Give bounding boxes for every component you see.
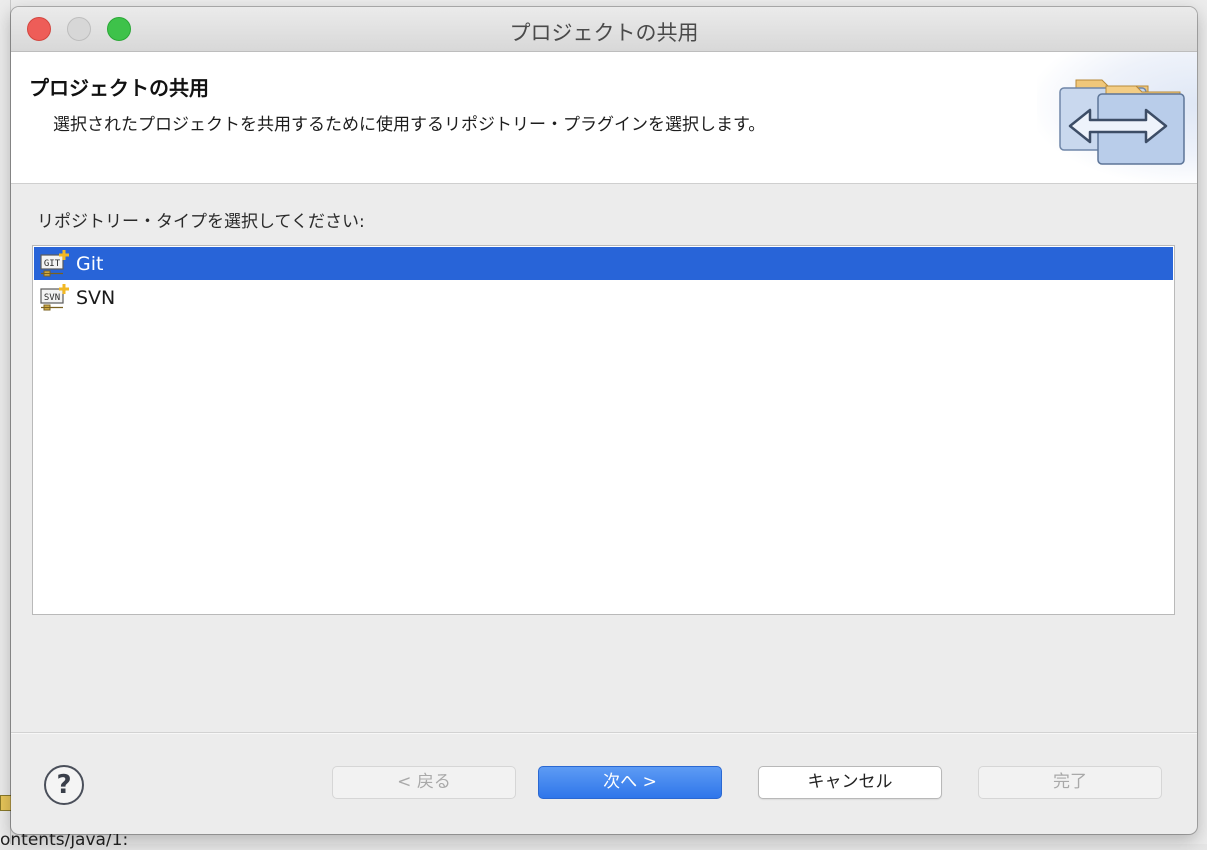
share-project-icon [1059, 79, 1185, 165]
footer-divider-highlight [11, 733, 1197, 734]
banner-title: プロジェクトの共用 [29, 76, 209, 100]
git-repository-icon: GIT [40, 249, 69, 276]
next-button[interactable]: 次へ > [538, 766, 722, 799]
repository-type-prompt: リポジトリー・タイプを選択してください: [37, 212, 365, 232]
list-item-label: Git [76, 252, 104, 275]
list-item-svn[interactable]: SVN SVN [34, 281, 1173, 314]
share-project-dialog: プロジェクトの共用 プロジェクトの共用 選択されたプロジェクトを共用するために使… [11, 7, 1197, 834]
back-button[interactable]: < 戻る [332, 766, 516, 799]
title-bar[interactable]: プロジェクトの共用 [11, 7, 1197, 52]
help-button[interactable]: ? [44, 765, 84, 805]
list-item-label: SVN [76, 286, 116, 309]
window-title: プロジェクトの共用 [509, 21, 699, 45]
help-icon: ? [56, 770, 72, 800]
cancel-button[interactable]: キャンセル [758, 766, 942, 799]
svg-text:SVN: SVN [44, 293, 60, 303]
finish-button[interactable]: 完了 [978, 766, 1162, 799]
banner-description: 選択されたプロジェクトを共用するために使用するリポジトリー・プラグインを選択しま… [53, 115, 766, 135]
repository-type-list[interactable]: GIT Git SVN SVN [32, 245, 1175, 615]
svg-text:GIT: GIT [44, 259, 61, 269]
list-item-git[interactable]: GIT Git [34, 247, 1173, 280]
dialog-header-banner: プロジェクトの共用 選択されたプロジェクトを共用するために使用するリポジトリー・… [11, 52, 1197, 184]
svn-repository-icon: SVN [40, 283, 69, 310]
